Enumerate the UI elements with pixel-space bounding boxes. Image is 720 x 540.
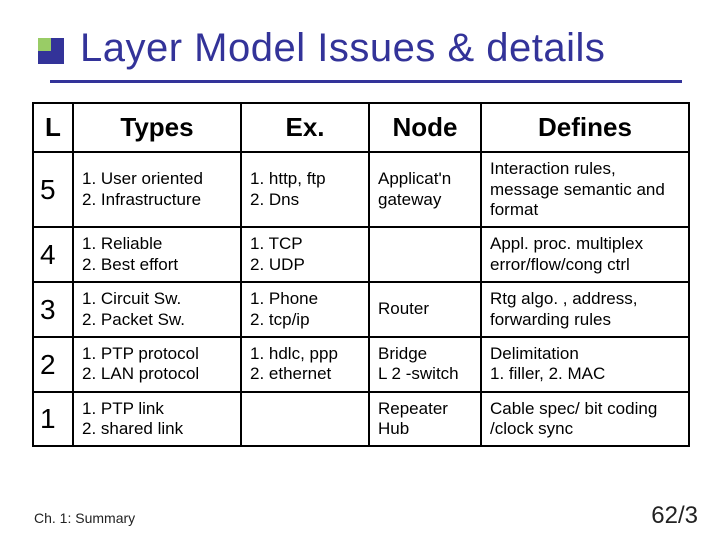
cell-node: Router xyxy=(369,282,481,337)
table-row: 5 1. User oriented2. Infrastructure 1. h… xyxy=(33,152,689,227)
table-row: 4 1. Reliable2. Best effort 1. TCP2. UDP… xyxy=(33,227,689,282)
footer-chapter: Ch. 1: Summary xyxy=(34,510,135,526)
cell-types: 1. PTP link2. shared link xyxy=(73,392,241,447)
cell-ex xyxy=(241,392,369,447)
cell-layer: 2 xyxy=(33,337,73,392)
cell-ex: 1. Phone2. tcp/ip xyxy=(241,282,369,337)
cell-defines: Cable spec/ bit coding /clock sync xyxy=(481,392,689,447)
title-underline xyxy=(50,80,682,83)
header-ex: Ex. xyxy=(241,103,369,152)
cell-node: Repeater Hub xyxy=(369,392,481,447)
cell-types: 1. User oriented2. Infrastructure xyxy=(73,152,241,227)
cell-layer: 1 xyxy=(33,392,73,447)
table-header-row: L Types Ex. Node Defines xyxy=(33,103,689,152)
cell-ex: 1. hdlc, ppp2. ethernet xyxy=(241,337,369,392)
header-node: Node xyxy=(369,103,481,152)
table-row: 3 1. Circuit Sw.2. Packet Sw. 1. Phone2.… xyxy=(33,282,689,337)
cell-defines: Delimitation1. filler, 2. MAC xyxy=(481,337,689,392)
table-row: 2 1. PTP protocol2. LAN protocol 1. hdlc… xyxy=(33,337,689,392)
cell-defines: Interaction rules, message semantic and … xyxy=(481,152,689,227)
cell-layer: 3 xyxy=(33,282,73,337)
cell-types: 1. PTP protocol2. LAN protocol xyxy=(73,337,241,392)
slide-bullet-icon xyxy=(38,38,64,64)
cell-ex: 1. http, ftp2. Dns xyxy=(241,152,369,227)
cell-types: 1. Reliable2. Best effort xyxy=(73,227,241,282)
cell-ex: 1. TCP2. UDP xyxy=(241,227,369,282)
cell-node: BridgeL 2 -switch xyxy=(369,337,481,392)
header-defines: Defines xyxy=(481,103,689,152)
footer-page-number: 62/3 xyxy=(651,502,698,530)
table-row: 1 1. PTP link2. shared link Repeater Hub… xyxy=(33,392,689,447)
cell-layer: 5 xyxy=(33,152,73,227)
cell-defines: Rtg algo. , address, forwarding rules xyxy=(481,282,689,337)
cell-defines: Appl. proc. multiplex error/flow/cong ct… xyxy=(481,227,689,282)
header-l: L xyxy=(33,103,73,152)
cell-node: Applicat'n gateway xyxy=(369,152,481,227)
cell-types: 1. Circuit Sw.2. Packet Sw. xyxy=(73,282,241,337)
cell-layer: 4 xyxy=(33,227,73,282)
layer-model-table: L Types Ex. Node Defines 5 1. User orien… xyxy=(32,102,690,447)
header-types: Types xyxy=(73,103,241,152)
slide-title: Layer Model Issues & details xyxy=(80,26,605,71)
cell-node xyxy=(369,227,481,282)
